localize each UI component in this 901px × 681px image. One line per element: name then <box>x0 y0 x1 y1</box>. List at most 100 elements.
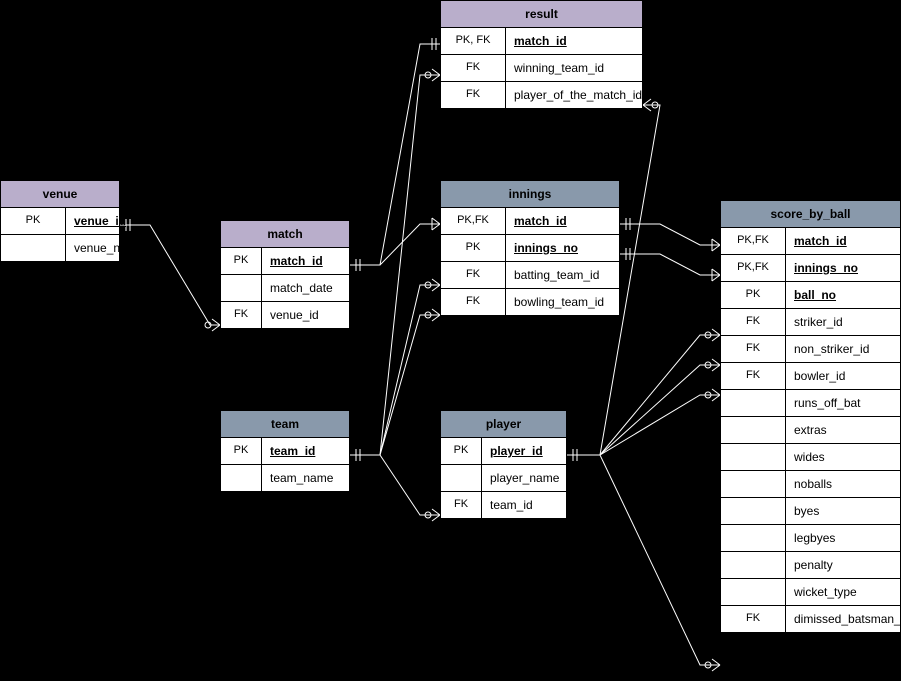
field-name: striker_id <box>786 309 900 335</box>
row-sbb-bowler: FK bowler_id <box>721 363 900 390</box>
field-name: wides <box>786 444 900 470</box>
key-label: PK, FK <box>441 28 506 54</box>
entity-result-header: result <box>441 1 642 28</box>
field-name: innings_no <box>786 255 900 281</box>
key-label: PK,FK <box>441 208 506 234</box>
field-name: penalty <box>786 552 900 578</box>
field-name: dimissed_batsman_id <box>786 606 901 632</box>
field-name: team_id <box>482 492 566 518</box>
row-match-venueid: FK venue_id <box>221 302 349 328</box>
row-sbb-legbyes: legbyes <box>721 525 900 552</box>
field-name: player_id <box>482 438 566 464</box>
field-name: match_id <box>786 228 900 254</box>
key-label: FK <box>441 82 506 108</box>
row-result-pom: FK player_of_the_match_id <box>441 82 642 108</box>
key-label: PK <box>221 438 262 464</box>
key-label: PK <box>441 235 506 261</box>
key-label: PK <box>721 282 786 308</box>
row-sbb-wides: wides <box>721 444 900 471</box>
key-label <box>721 444 786 470</box>
row-sbb-inningsno: PK,FK innings_no <box>721 255 900 282</box>
key-label: FK <box>721 606 786 632</box>
row-result-matchid: PK, FK match_id <box>441 28 642 55</box>
field-name: winning_team_id <box>506 55 642 81</box>
key-label: FK <box>441 492 482 518</box>
row-player-id: PK player_id <box>441 438 566 465</box>
row-team-id: PK team_id <box>221 438 349 465</box>
entity-sbb-header: score_by_ball <box>721 201 900 228</box>
field-name: wicket_type <box>786 579 900 605</box>
key-label: PK,FK <box>721 228 786 254</box>
field-name: extras <box>786 417 900 443</box>
entity-venue-header: venue <box>1 181 119 208</box>
row-sbb-penalty: penalty <box>721 552 900 579</box>
key-label: FK <box>721 336 786 362</box>
entity-venue: venue PK venue_id venue_name <box>0 180 120 262</box>
field-name: bowler_id <box>786 363 900 389</box>
key-label <box>721 390 786 416</box>
row-player-name: player_name <box>441 465 566 492</box>
key-label <box>721 525 786 551</box>
key-label <box>1 235 66 261</box>
row-innings-no: PK innings_no <box>441 235 619 262</box>
key-label: PK,FK <box>721 255 786 281</box>
entity-innings: innings PK,FK match_id PK innings_no FK … <box>440 180 620 316</box>
key-label: PK <box>441 438 482 464</box>
entity-player-header: player <box>441 411 566 438</box>
row-innings-matchid: PK,FK match_id <box>441 208 619 235</box>
field-name: legbyes <box>786 525 900 551</box>
entity-result: result PK, FK match_id FK winning_team_i… <box>440 0 643 109</box>
key-label <box>721 552 786 578</box>
row-venue-id: PK venue_id <box>1 208 119 235</box>
field-name: match_date <box>262 275 349 301</box>
row-sbb-runsoffbat: runs_off_bat <box>721 390 900 417</box>
key-label <box>721 417 786 443</box>
field-name: match_id <box>262 248 349 274</box>
entity-match-header: match <box>221 221 349 248</box>
field-name: venue_name <box>66 235 151 261</box>
row-innings-batting: FK batting_team_id <box>441 262 619 289</box>
row-team-name: team_name <box>221 465 349 491</box>
row-match-date: match_date <box>221 275 349 302</box>
field-name: team_id <box>262 438 349 464</box>
field-name: player_of_the_match_id <box>506 82 650 108</box>
key-label: FK <box>721 309 786 335</box>
key-label <box>441 465 482 491</box>
field-name: byes <box>786 498 900 524</box>
key-label <box>721 579 786 605</box>
entity-score-by-ball: score_by_ball PK,FK match_id PK,FK innin… <box>720 200 901 633</box>
key-label <box>221 465 262 491</box>
key-label: FK <box>441 289 506 315</box>
field-name: match_id <box>506 28 642 54</box>
field-name: match_id <box>506 208 619 234</box>
key-label: PK <box>1 208 66 234</box>
entity-team: team PK team_id team_name <box>220 410 350 492</box>
field-name: team_name <box>262 465 349 491</box>
row-result-winning: FK winning_team_id <box>441 55 642 82</box>
entity-match: match PK match_id match_date FK venue_id <box>220 220 350 329</box>
field-name: innings_no <box>506 235 619 261</box>
row-match-id: PK match_id <box>221 248 349 275</box>
row-sbb-noballs: noballs <box>721 471 900 498</box>
row-innings-bowling: FK bowling_team_id <box>441 289 619 315</box>
field-name: batting_team_id <box>506 262 619 288</box>
key-label: FK <box>721 363 786 389</box>
row-sbb-ballno: PK ball_no <box>721 282 900 309</box>
key-label: FK <box>441 262 506 288</box>
row-sbb-nonstriker: FK non_striker_id <box>721 336 900 363</box>
row-venue-name: venue_name <box>1 235 119 261</box>
key-label <box>721 498 786 524</box>
field-name: ball_no <box>786 282 900 308</box>
row-sbb-byes: byes <box>721 498 900 525</box>
row-sbb-wickettype: wicket_type <box>721 579 900 606</box>
key-label: FK <box>221 302 262 328</box>
key-label <box>221 275 262 301</box>
row-sbb-dismissed: FK dimissed_batsman_id <box>721 606 900 632</box>
row-sbb-striker: FK striker_id <box>721 309 900 336</box>
key-label: FK <box>441 55 506 81</box>
field-name: runs_off_bat <box>786 390 900 416</box>
key-label: PK <box>221 248 262 274</box>
entity-team-header: team <box>221 411 349 438</box>
entity-innings-header: innings <box>441 181 619 208</box>
field-name: non_striker_id <box>786 336 900 362</box>
